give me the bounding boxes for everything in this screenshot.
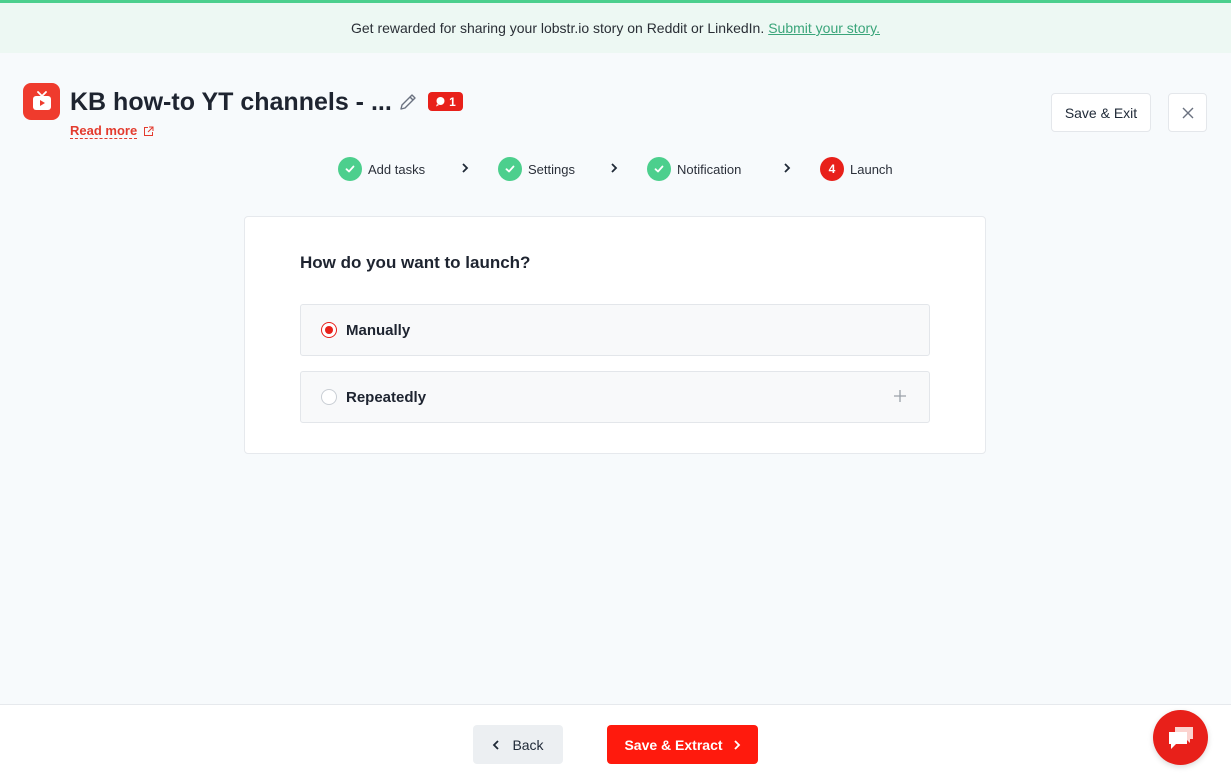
step-label: Notification (677, 161, 742, 177)
stepper: Add tasks Settings Notification 4 Launch (0, 157, 1231, 181)
step-number: 4 (820, 157, 844, 181)
scraper-title: KB how-to YT channels - ... (70, 88, 392, 116)
radio-manually[interactable] (321, 322, 337, 338)
option-label: Manually (346, 322, 411, 339)
step-settings[interactable]: Settings (498, 157, 575, 181)
chevron-left-icon (493, 739, 500, 750)
chevron-right-icon (462, 163, 469, 173)
external-link-icon[interactable] (143, 124, 154, 136)
submit-story-link[interactable]: Submit your story. (768, 20, 880, 36)
step-launch[interactable]: 4 Launch (820, 157, 893, 181)
option-repeatedly[interactable]: Repeatedly (300, 371, 930, 423)
chat-bubble-icon (436, 97, 445, 107)
notification-badge[interactable]: 1 (428, 92, 463, 111)
radio-repeatedly[interactable] (321, 389, 337, 405)
save-exit-button[interactable]: Save & Exit (1051, 93, 1151, 132)
extract-label: Save & Extract (624, 736, 723, 753)
step-label: Settings (528, 161, 575, 177)
check-icon (647, 157, 671, 181)
save-extract-button[interactable]: Save & Extract (607, 725, 758, 764)
read-more-link[interactable]: Read more (70, 124, 138, 139)
plus-icon[interactable] (893, 389, 907, 403)
chevron-right-icon (733, 739, 740, 750)
step-label: Launch (850, 161, 893, 177)
youtube-app-icon (23, 83, 60, 120)
close-button[interactable] (1168, 93, 1207, 132)
promo-banner: Get rewarded for sharing your lobstr.io … (0, 3, 1231, 53)
badge-count: 1 (449, 94, 456, 109)
banner-text: Get rewarded for sharing your lobstr.io … (351, 20, 765, 36)
launch-question: How do you want to launch? (300, 253, 531, 272)
chevron-right-icon (611, 163, 618, 173)
check-icon (498, 157, 522, 181)
check-icon (338, 157, 362, 181)
chat-icon (1168, 726, 1193, 749)
chevron-right-icon (784, 163, 791, 173)
support-chat-button[interactable] (1153, 710, 1208, 765)
step-add-tasks[interactable]: Add tasks (338, 157, 425, 181)
option-label: Repeatedly (346, 389, 427, 406)
back-button[interactable]: Back (473, 725, 563, 764)
edit-title-pencil-icon[interactable] (398, 92, 418, 112)
step-notification[interactable]: Notification (647, 157, 741, 181)
step-label: Add tasks (368, 161, 426, 177)
option-manually[interactable]: Manually (300, 304, 930, 356)
back-label: Back (512, 736, 544, 753)
close-icon (1182, 107, 1193, 118)
